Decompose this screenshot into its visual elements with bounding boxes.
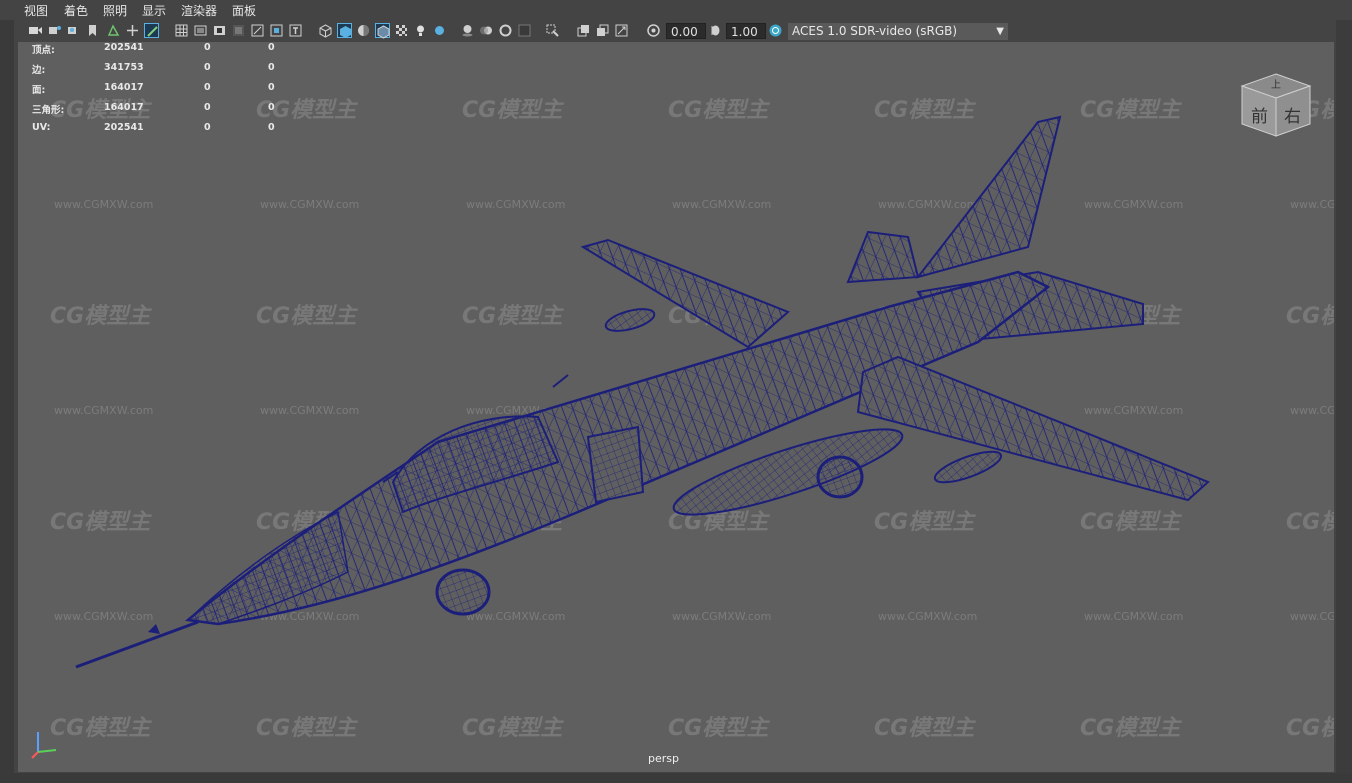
hud-value: 0 (204, 42, 211, 53)
depth-of-field-icon[interactable] (517, 23, 532, 38)
exposure-field[interactable]: 0.00 (666, 23, 706, 39)
menu-lighting[interactable]: 照明 (103, 2, 127, 19)
hud-value: 0 (268, 42, 275, 53)
hud-label: 边: (32, 65, 46, 76)
hud-value: 164017 (104, 82, 144, 93)
gamma-icon[interactable] (708, 23, 723, 38)
chevron-down-icon: ▼ (996, 26, 1004, 37)
3d-viewport[interactable]: CG模型主 www.CGMXW.com CG模型主 www.CGMXW.com CG模型… (18, 42, 1334, 772)
view-transform-icon[interactable] (768, 23, 783, 38)
hud-value: 0 (268, 82, 275, 93)
film-gate-icon[interactable] (193, 23, 208, 38)
menu-shading[interactable]: 着色 (64, 2, 88, 19)
bookmark-icon[interactable] (85, 23, 100, 38)
view-cube[interactable]: 上 前 右 (1240, 72, 1312, 138)
hud-label: 顶点: (32, 45, 55, 56)
image-plane-icon[interactable] (106, 23, 121, 38)
menu-view[interactable]: 视图 (24, 2, 48, 19)
textured-icon[interactable] (394, 23, 409, 38)
hud-value: 0 (268, 122, 275, 133)
hud-value: 341753 (104, 62, 144, 73)
hud-value: 0 (268, 62, 275, 73)
field-chart-icon[interactable] (250, 23, 265, 38)
gamma-field[interactable]: 1.00 (726, 23, 766, 39)
wireframe-icon[interactable] (318, 23, 333, 38)
bottom-panel-edge (0, 773, 1352, 783)
grid-icon[interactable] (174, 23, 189, 38)
hud-value: 202541 (104, 122, 144, 133)
exposure-icon[interactable] (646, 23, 661, 38)
hud-value: 164017 (104, 102, 144, 113)
hud-label: UV: (32, 122, 51, 133)
hud-value: 202541 (104, 42, 144, 53)
view-cube-right-label[interactable]: 右 (1284, 102, 1301, 127)
menu-show[interactable]: 显示 (142, 2, 166, 19)
resolution-gate-icon[interactable] (212, 23, 227, 38)
use-all-lights-icon[interactable] (413, 23, 428, 38)
backface-culling-icon[interactable] (614, 23, 629, 38)
shadows-icon[interactable] (432, 23, 447, 38)
xray-icon[interactable] (576, 23, 591, 38)
safe-title-icon[interactable] (288, 23, 303, 38)
2d-pan-zoom-icon[interactable] (125, 23, 140, 38)
hud-value: 0 (204, 82, 211, 93)
smooth-shade-icon[interactable] (337, 23, 352, 38)
camera-attributes-icon[interactable] (47, 23, 62, 38)
menu-renderer[interactable]: 渲染器 (181, 2, 217, 19)
menu-panels[interactable]: 面板 (232, 2, 256, 19)
axis-gizmo (28, 722, 68, 762)
hud-value: 0 (204, 122, 211, 133)
hud-value: 0 (204, 62, 211, 73)
view-cube-front-label[interactable]: 前 (1251, 102, 1268, 127)
anti-aliasing-icon[interactable] (498, 23, 513, 38)
panel-menu-bar: 视图 着色 照明 显示 渲染器 面板 (0, 0, 1352, 20)
color-space-select[interactable]: ACES 1.0 SDR-video (sRGB) ▼ (788, 23, 1008, 40)
xray-joints-icon[interactable] (595, 23, 610, 38)
wireframe-on-shaded-icon[interactable] (375, 23, 390, 39)
color-space-value: ACES 1.0 SDR-video (sRGB) (792, 24, 958, 38)
motion-blur-icon[interactable] (479, 23, 494, 38)
hud-label: 三角形: (32, 105, 65, 116)
hud-label: 面: (32, 85, 46, 96)
default-material-icon[interactable] (356, 23, 371, 38)
gate-mask-icon[interactable] (231, 23, 246, 38)
select-camera-icon[interactable] (28, 23, 43, 38)
view-cube-top-label[interactable]: 上 (1271, 76, 1281, 91)
aircraft-wireframe-model[interactable] (18, 42, 1334, 772)
camera-name-label: persp (648, 752, 679, 765)
safe-action-icon[interactable] (269, 23, 284, 38)
grease-pencil-icon[interactable] (144, 23, 159, 38)
hud-value: 0 (268, 102, 275, 113)
panel-toolbar: 0.00 1.00 ACES 1.0 SDR-video (sRGB) ▼ (14, 20, 1336, 42)
right-panel-edge (1336, 20, 1352, 783)
bookmark-camera-icon[interactable] (66, 23, 81, 38)
screen-space-ao-icon[interactable] (460, 23, 475, 38)
hud-value: 0 (204, 102, 211, 113)
left-panel-edge (0, 0, 14, 783)
isolate-select-icon[interactable] (545, 23, 560, 38)
